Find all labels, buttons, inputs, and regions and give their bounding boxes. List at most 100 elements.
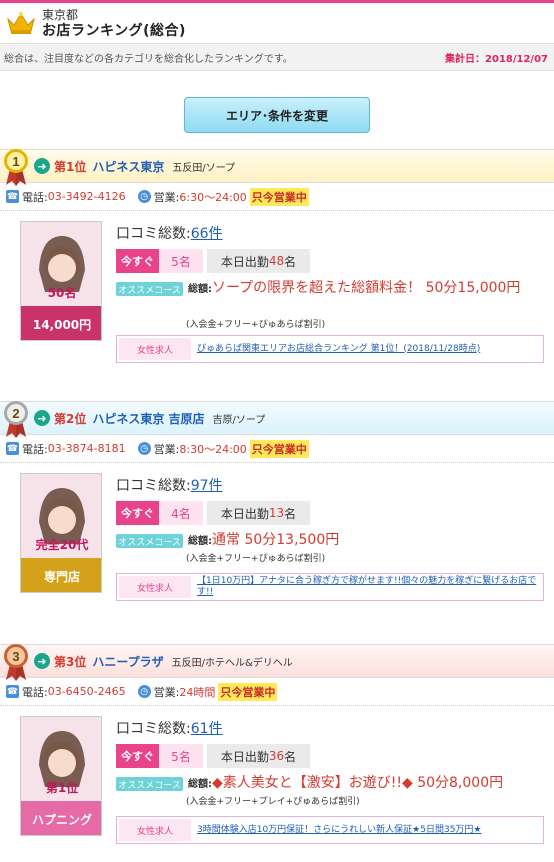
rank-header: ➜ 第3位 ハニープラザ 五反田/ホテヘル&デリヘル (0, 644, 554, 678)
thumb-caption-top: 50名 (47, 286, 77, 300)
phone-number[interactable]: 03-3874-8181 (48, 442, 126, 455)
now-available-label[interactable]: 今すぐ (116, 744, 159, 768)
recruit-link[interactable]: 【1日10万円】アナタに合う稼ぎ方で稼がせます!!個々の魅力を稼ぎに繋げるお店で… (191, 576, 543, 598)
course-row: オススメコース 総額:通常 50分13,500円 (116, 531, 548, 551)
recruit-link[interactable]: 3時間体験入店10万円保証！さらにうれしい新人保証★5日間35万円★ (191, 825, 482, 836)
now-available-count[interactable]: 5名 (159, 744, 203, 768)
thumb-caption-top: 完全20代 (35, 538, 89, 552)
hours-label: 営業: (153, 685, 180, 699)
today-suffix: 名 (284, 254, 297, 269)
recruit-link[interactable]: ぴゅあらば関東エリアお店総合ランキング 第1位！(2018/11/28時点) (191, 344, 480, 355)
shop-body: 完全20代 専門店 口コミ総数:97件 今すぐ 4名 本日出勤 13 名 オススメコ… (0, 463, 554, 635)
recommended-course-badge: オススメコース (116, 777, 183, 791)
total-label: 総額: (188, 536, 212, 547)
shop-thumbnail[interactable]: 完全20代 専門店 (20, 473, 102, 593)
today-label: 本日出勤 (220, 506, 269, 521)
availability-row: 今すぐ 4名 本日出勤 13 名 (116, 501, 310, 525)
now-available-count[interactable]: 4名 (159, 501, 203, 525)
shop-info-row: ☎ 電話: 03-6450-2465 ◷ 営業: 24時間 只今営業中 (0, 678, 554, 706)
summary-bar: 総合は、注目度などの各カテゴリを総合化したランキングです。 集計日：2018/1… (0, 44, 554, 71)
review-count: 口コミ総数:66件 (116, 223, 223, 243)
clock-icon: ◷ (137, 442, 151, 455)
review-count-link[interactable]: 97件 (191, 478, 223, 494)
shop-info-row: ☎ 電話: 03-3874-8181 ◷ 営業: 8:30〜24:00 只今営業… (0, 435, 554, 463)
arrow-right-icon[interactable]: ➜ (34, 158, 50, 174)
today-attendance[interactable]: 本日出勤 36 名 (207, 744, 310, 768)
shop-area: 五反田/ホテヘル&デリヘル (171, 657, 293, 669)
recruit-label: 女性求人 (119, 819, 191, 841)
course-price[interactable]: 総額:通常 50分13,500円 (188, 531, 548, 551)
now-available-label[interactable]: 今すぐ (116, 501, 159, 525)
summary-date: 集計日：2018/12/07 (445, 53, 548, 65)
review-count: 口コミ総数:97件 (116, 475, 223, 495)
rank-header: ➜ 第1位 ハピネス東京 五反田/ソープ (0, 149, 554, 183)
course-row: オススメコース 総額:◆素人美女と【激安】お遊び!!◆ 50分8,000円 (116, 774, 548, 794)
shop-name-link[interactable]: ハピネス東京 (92, 158, 164, 175)
ranking-item: 3 ➜ 第3位 ハニープラザ 五反田/ホテヘル&デリヘル ☎ 電話: 03-64… (0, 644, 554, 862)
price-note: (入会金+フリー+プレイ+ぴゅあらば割引) (186, 797, 360, 807)
ranking-page: 東京都 お店ランキング(総合) 総合は、注目度などの各カテゴリを総合化したランキ… (0, 0, 554, 862)
shop-name-link[interactable]: ハピネス東京 吉原店 (92, 410, 204, 427)
today-label: 本日出勤 (220, 749, 269, 764)
recommended-course-badge: オススメコース (116, 282, 183, 296)
rank-medal-icon: 1 (4, 149, 28, 186)
today-count: 13 (268, 506, 285, 520)
shop-thumbnail[interactable]: 50名 14,000円 (20, 221, 102, 341)
now-available-count[interactable]: 5名 (159, 249, 203, 273)
now-available-label[interactable]: 今すぐ (116, 249, 159, 273)
today-attendance[interactable]: 本日出勤 48 名 (207, 249, 310, 273)
review-count-link[interactable]: 61件 (191, 721, 223, 737)
recruit-box[interactable]: 女性求人 ぴゅあらば関東エリアお店総合ランキング 第1位！(2018/11/28… (116, 335, 544, 363)
recommended-course-badge: オススメコース (116, 534, 183, 548)
ranking-item: 1 ➜ 第1位 ハピネス東京 五反田/ソープ ☎ 電話: 03-3492-412… (0, 149, 554, 383)
phone-icon: ☎ (6, 685, 19, 698)
business-hours: 6:30〜24:00 (179, 190, 247, 204)
open-status-badge: 只今営業中 (218, 682, 278, 701)
shop-body: 50名 14,000円 口コミ総数:66件 今すぐ 5名 本日出勤 48 名 オスス… (0, 211, 554, 383)
clock-icon: ◷ (137, 190, 151, 203)
arrow-right-icon[interactable]: ➜ (34, 410, 50, 426)
thumb-caption-bottom: ハプニング (31, 813, 92, 827)
reviews-label: 口コミ総数: (116, 226, 191, 242)
price-note: (入会金+フリー+ぴゅあらば割引) (186, 554, 326, 564)
rank-label: 第3位 (54, 654, 87, 669)
page-header: 東京都 お店ランキング(総合) (0, 0, 554, 44)
hours-label: 営業: (153, 442, 180, 456)
shop-name-link[interactable]: ハニープラザ (92, 653, 163, 670)
availability-row: 今すぐ 5名 本日出勤 48 名 (116, 249, 310, 273)
phone-number[interactable]: 03-6450-2465 (48, 685, 126, 698)
rank-number: 2 (12, 406, 19, 421)
recruit-box[interactable]: 女性求人 3時間体験入店10万円保証！さらにうれしい新人保証★5日間35万円★ (116, 816, 544, 844)
thumb-caption-bottom: 専門店 (43, 570, 80, 584)
review-count-link[interactable]: 66件 (191, 226, 223, 242)
reviews-label: 口コミ総数: (116, 478, 191, 494)
course-description: 通常 50分13,500円 (212, 532, 340, 548)
shop-area: 吉原/ソープ (212, 414, 266, 426)
review-count: 口コミ総数:61件 (116, 718, 223, 738)
ranking-item: 2 ➜ 第2位 ハピネス東京 吉原店 吉原/ソープ ☎ 電話: 03-3874-… (0, 401, 554, 635)
change-area-button[interactable]: エリア･条件を変更 (184, 97, 370, 133)
course-price[interactable]: 総額:◆素人美女と【激安】お遊び!!◆ 50分8,000円 (188, 774, 548, 794)
total-label: 総額: (188, 284, 212, 295)
rank-header: ➜ 第2位 ハピネス東京 吉原店 吉原/ソープ (0, 401, 554, 435)
thumb-caption-top: 第1位 (45, 781, 79, 795)
reviews-label: 口コミ総数: (116, 721, 191, 737)
course-price[interactable]: 総額:ソープの限界を超えた総額料金！ 50分15,000円 (188, 279, 548, 299)
today-attendance[interactable]: 本日出勤 13 名 (207, 501, 310, 525)
tel-label: 電話: (22, 442, 48, 456)
price-note: (入会金+フリー+ぴゅあらば割引) (186, 320, 326, 330)
shop-info-row: ☎ 電話: 03-3492-4126 ◷ 営業: 6:30〜24:00 只今営業… (0, 183, 554, 211)
recruit-box[interactable]: 女性求人 【1日10万円】アナタに合う稼ぎ方で稼がせます!!個々の魅力を稼ぎに繋… (116, 573, 544, 601)
shop-area: 五反田/ソープ (172, 162, 236, 174)
phone-icon: ☎ (6, 190, 19, 203)
summary-description: 総合は、注目度などの各カテゴリを総合化したランキングです。 (4, 53, 293, 65)
today-suffix: 名 (284, 506, 297, 521)
crown-icon (7, 12, 35, 34)
tel-label: 電話: (22, 685, 48, 699)
today-suffix: 名 (284, 749, 297, 764)
rank-medal-icon: 2 (4, 401, 28, 438)
shop-thumbnail[interactable]: 第1位 ハプニング (20, 716, 102, 836)
arrow-right-icon[interactable]: ➜ (34, 653, 50, 669)
page-title: お店ランキング(総合) (42, 23, 186, 39)
phone-number[interactable]: 03-3492-4126 (48, 190, 126, 203)
